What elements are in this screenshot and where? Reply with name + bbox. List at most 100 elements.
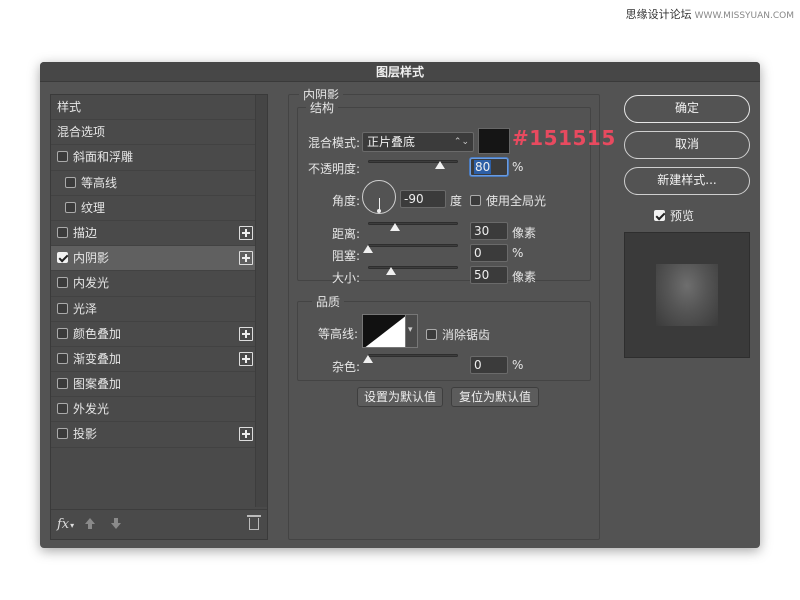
style-list-item[interactable]: 等高线 [51, 171, 257, 196]
opacity-slider-thumb[interactable] [435, 161, 445, 169]
global-light-option[interactable]: 使用全局光 [470, 192, 546, 209]
style-checkbox[interactable] [57, 277, 68, 289]
style-list-item[interactable]: 图案叠加 [51, 372, 257, 398]
chevron-down-icon: ⌃⌄ [453, 137, 469, 147]
shadow-color-swatch[interactable] [478, 128, 510, 154]
reset-default-button[interactable]: 复位为默认值 [451, 387, 539, 407]
style-list-item[interactable]: 内发光 [51, 271, 257, 297]
style-list-item[interactable]: 光泽 [51, 297, 257, 322]
style-list-item[interactable]: 样式 [51, 95, 257, 121]
fx-icon[interactable]: fx [57, 517, 74, 532]
distance-label: 距离: [332, 227, 361, 241]
layer-style-dialog: 图层样式 样式混合选项斜面和浮雕等高线纹理描边内阴影 内发光 光泽颜色叠加渐变叠加图… [40, 62, 760, 548]
style-list-item-label: 等高线 [81, 175, 118, 190]
distance-slider-thumb[interactable] [390, 223, 400, 231]
opacity-value: 80 [474, 160, 492, 174]
color-hex-annotation: #151515 [512, 126, 616, 150]
new-style-button[interactable]: 新建样式... [624, 167, 750, 195]
style-list-item-label: 渐变叠加 [73, 351, 122, 366]
style-list-item-label: 颜色叠加 [73, 326, 122, 341]
style-list-item[interactable]: 投影 [51, 422, 257, 448]
angle-label: 角度: [332, 194, 361, 208]
style-list-item[interactable]: 纹理 [51, 196, 257, 221]
style-list-item-label: 描边 [73, 225, 98, 240]
contour-dropdown[interactable] [406, 314, 418, 348]
choke-unit: % [512, 246, 524, 260]
choke-slider-thumb[interactable] [363, 245, 373, 253]
add-effect-icon[interactable] [239, 225, 253, 240]
angle-input[interactable]: -90 [400, 190, 446, 208]
size-input[interactable]: 50 [470, 266, 508, 284]
style-checkbox[interactable] [57, 352, 68, 364]
style-list-item[interactable]: 外发光 [51, 397, 257, 423]
add-effect-icon[interactable] [239, 251, 253, 266]
styles-list: 样式混合选项斜面和浮雕等高线纹理描边内阴影 内发光 光泽颜色叠加渐变叠加图案叠加外发… [50, 94, 268, 540]
style-preview-swatch [656, 264, 718, 326]
opacity-slider[interactable] [368, 158, 458, 169]
watermark-cn: 思缘设计论坛 [625, 8, 692, 21]
choke-value: 0 [474, 246, 482, 260]
antialias-checkbox[interactable] [426, 329, 437, 340]
choke-input[interactable]: 0 [470, 244, 508, 262]
cancel-button[interactable]: 取消 [624, 131, 750, 159]
structure-title: 结构 [306, 99, 339, 116]
style-checkbox[interactable] [57, 226, 68, 238]
move-down-icon[interactable] [111, 518, 121, 530]
noise-slider-thumb[interactable] [363, 355, 373, 363]
style-checkbox[interactable] [57, 428, 68, 440]
choke-slider[interactable] [363, 242, 458, 253]
style-checkbox[interactable] [57, 302, 68, 314]
preview-option[interactable]: 预览 [654, 207, 694, 224]
style-list-item[interactable]: 混合选项 [51, 120, 257, 146]
style-list-item[interactable]: 描边 [51, 221, 257, 247]
opacity-input[interactable]: 80 [470, 158, 508, 176]
preview-label: 预览 [670, 209, 695, 223]
style-checkbox[interactable] [57, 403, 68, 415]
style-checkbox[interactable] [57, 151, 68, 163]
global-light-checkbox[interactable] [470, 195, 481, 206]
noise-label: 杂色: [332, 360, 361, 374]
distance-value: 30 [474, 224, 490, 238]
style-checkbox[interactable] [65, 176, 76, 188]
style-list-item-label: 纹理 [81, 200, 106, 215]
blend-mode-select[interactable]: 正片叠底 ⌃⌄ [362, 132, 474, 152]
ok-button[interactable]: 确定 [624, 95, 750, 123]
contour-preview[interactable] [362, 314, 406, 348]
add-effect-icon[interactable] [239, 351, 253, 366]
trash-icon[interactable] [247, 515, 261, 530]
style-list-item-label: 混合选项 [57, 125, 106, 140]
add-effect-icon[interactable] [239, 326, 253, 341]
dialog-title: 图层样式 [40, 62, 760, 82]
size-unit: 像素 [512, 270, 537, 284]
preview-checkbox[interactable] [654, 210, 665, 221]
move-up-icon[interactable] [85, 518, 95, 530]
opacity-label: 不透明度: [308, 162, 361, 176]
style-list-item[interactable]: 斜面和浮雕 [51, 145, 257, 171]
angle-unit: 度 [450, 194, 463, 208]
style-list-item[interactable]: 内阴影 [51, 246, 257, 272]
distance-input[interactable]: 30 [470, 222, 508, 240]
style-checkbox[interactable] [57, 327, 68, 339]
style-list-item[interactable]: 颜色叠加 [51, 322, 257, 347]
antialias-option[interactable]: 消除锯齿 [426, 326, 490, 343]
add-effect-icon[interactable] [239, 427, 253, 442]
size-slider-thumb[interactable] [385, 267, 396, 275]
noise-unit: % [512, 358, 524, 372]
make-default-button[interactable]: 设置为默认值 [357, 387, 443, 407]
style-checkbox[interactable] [57, 378, 68, 390]
style-list-item[interactable]: 渐变叠加 [51, 347, 257, 373]
style-list-item-label: 样式 [57, 100, 82, 114]
style-list-item-label: 外发光 [73, 402, 110, 417]
style-checkbox[interactable] [57, 252, 68, 264]
distance-unit: 像素 [512, 226, 537, 240]
noise-slider[interactable] [363, 352, 458, 363]
angle-dial[interactable] [362, 180, 396, 214]
blend-mode-label: 混合模式: [308, 136, 361, 150]
distance-slider[interactable] [368, 220, 458, 231]
styles-list-scrollbar[interactable] [255, 95, 267, 507]
size-slider[interactable] [368, 264, 458, 275]
size-label: 大小: [332, 271, 361, 285]
noise-input[interactable]: 0 [470, 356, 508, 374]
styles-list-rows: 样式混合选项斜面和浮雕等高线纹理描边内阴影 内发光 光泽颜色叠加渐变叠加图案叠加外发… [51, 95, 257, 448]
style-checkbox[interactable] [65, 201, 76, 213]
